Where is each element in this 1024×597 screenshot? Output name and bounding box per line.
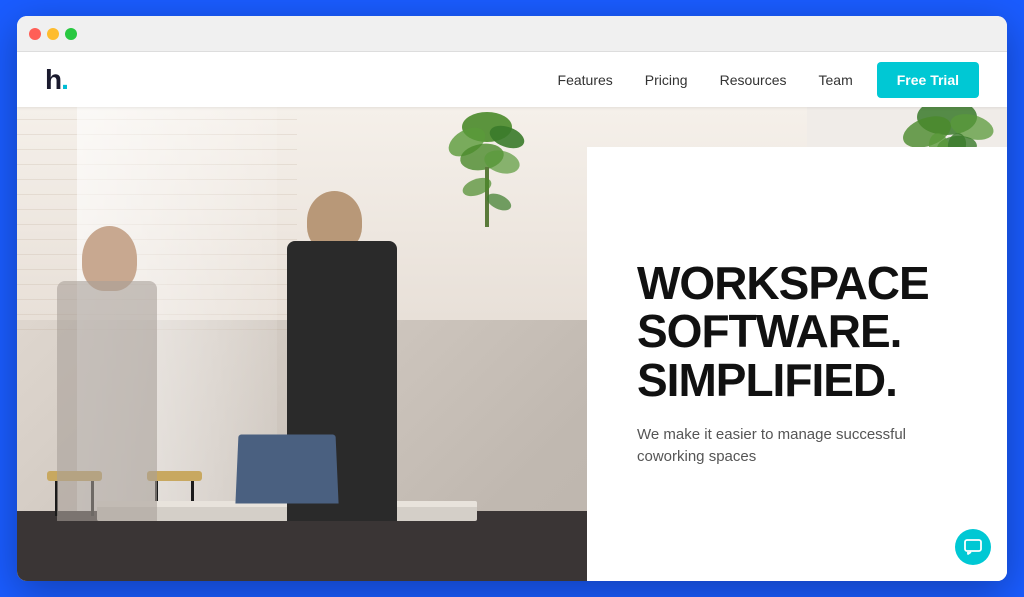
close-button[interactable] [29, 28, 41, 40]
nav-item-resources[interactable]: Resources [720, 72, 787, 88]
hero-subtitle: We make it easier to manage successful c… [637, 424, 917, 469]
laptop-screen [235, 435, 338, 504]
logo[interactable]: h. [45, 64, 68, 96]
website: h. Features Pricing Resources Team Free … [17, 52, 1007, 581]
nav-item-team[interactable]: Team [819, 72, 853, 88]
nav-links: Features Pricing Resources Team [558, 72, 853, 88]
logo-dot: . [61, 64, 68, 95]
nav-item-features[interactable]: Features [558, 72, 613, 88]
person-left-body [57, 281, 157, 521]
browser-chrome [17, 16, 1007, 52]
hanging-plant [447, 107, 527, 227]
hero-title-line2: SOFTWARE. [637, 305, 901, 357]
browser-window: h. Features Pricing Resources Team Free … [17, 16, 1007, 581]
nav-item-pricing[interactable]: Pricing [645, 72, 688, 88]
person-left [37, 221, 197, 521]
hero-section: WORKSPACE SOFTWARE. SIMPLIFIED. We make … [17, 107, 1007, 581]
plant-svg [447, 107, 527, 227]
laptop [235, 435, 338, 504]
hero-content-box: WORKSPACE SOFTWARE. SIMPLIFIED. We make … [587, 147, 1007, 581]
maximize-button[interactable] [65, 28, 77, 40]
navbar: h. Features Pricing Resources Team Free … [17, 52, 1007, 107]
minimize-button[interactable] [47, 28, 59, 40]
chat-icon [964, 539, 982, 555]
chat-bubble-button[interactable] [955, 529, 991, 565]
hero-title: WORKSPACE SOFTWARE. SIMPLIFIED. [637, 259, 967, 404]
free-trial-button[interactable]: Free Trial [877, 62, 979, 98]
hero-title-line3: SIMPLIFIED. [637, 354, 897, 406]
hero-title-line1: WORKSPACE [637, 257, 929, 309]
